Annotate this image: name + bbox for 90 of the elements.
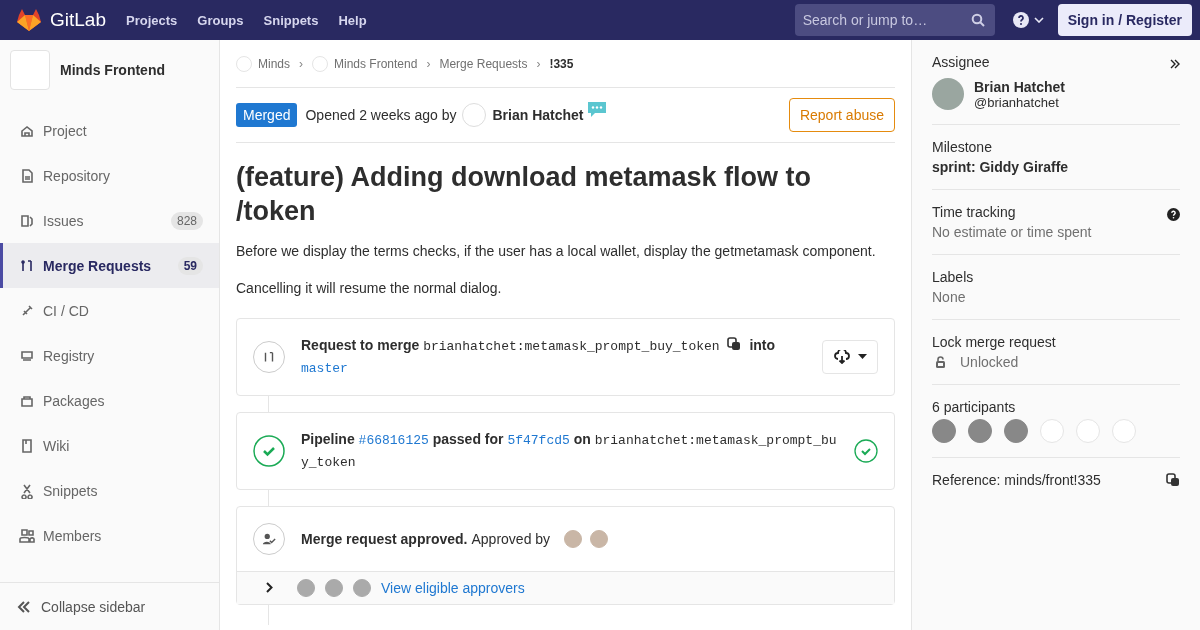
breadcrumb-link[interactable]: !335 <box>549 56 574 71</box>
sidebar-item[interactable]: Merge Requests 59 <box>0 243 219 288</box>
merge-info-text: Request to merge brianhatchet:metamask_prompt_buy_token into master <box>301 335 777 378</box>
approved-by-label: Approved by <box>471 530 551 547</box>
sidebar-item[interactable]: Registry <box>0 333 219 378</box>
search-field[interactable]: Search or jump to… <box>794 4 995 36</box>
labels-label: Labels <box>932 269 975 285</box>
chat-bubble-icon <box>586 101 607 118</box>
nav-link[interactable]: Projects <box>126 12 178 28</box>
description-paragraph: Cancelling it will resume the normal dialog. <box>236 279 503 296</box>
assignee-avatar[interactable] <box>932 78 964 110</box>
sidebar-item[interactable]: Repository <box>0 153 219 198</box>
description-paragraph: Before we display the terms checks, if the user has a local wallet, display the getmetamask component. <box>236 242 877 259</box>
count-badge: 828 <box>170 211 203 230</box>
breadcrumb-separator: › <box>299 56 303 71</box>
help-dropdown[interactable] <box>1012 12 1044 28</box>
sidebar-item[interactable]: Project <box>0 108 219 153</box>
sidebar-item[interactable]: Issues 828 <box>0 198 219 243</box>
target-branch-link[interactable]: master <box>301 360 348 376</box>
milestone-value[interactable]: sprint: Giddy Giraffe <box>932 159 1180 175</box>
pipeline-text: Pipeline #66816125 passed for 5f47fcd5 on brianhatchet:metamask_prompt_buy_token <box>301 429 838 472</box>
participant-avatar[interactable] <box>932 419 956 443</box>
milestone-label: Milestone <box>932 139 993 155</box>
time-tracking-value: No estimate or time spent <box>932 224 1093 240</box>
sign-in-button[interactable]: Sign in / Register <box>1057 4 1192 36</box>
caret-down-icon <box>857 354 867 359</box>
assignee-username: @brianhatchet <box>974 94 1060 110</box>
passed-status-icon[interactable] <box>854 438 878 463</box>
sidebar-item[interactable]: Members <box>0 513 219 558</box>
passed-status-icon[interactable] <box>253 434 285 467</box>
sidebar-item-icon <box>19 257 35 274</box>
assignee-label: Assignee <box>932 54 990 70</box>
eligible-approver-avatar[interactable] <box>297 578 315 597</box>
count-badge: 59 <box>177 256 203 275</box>
eligible-approver-avatar[interactable] <box>353 578 371 597</box>
sidebar-item[interactable]: CI / CD <box>0 288 219 333</box>
time-tracking-label: Time tracking <box>932 204 1016 220</box>
sidebar-item[interactable]: Wiki <box>0 423 219 468</box>
approver-avatar[interactable] <box>590 529 609 548</box>
sidebar-item-icon <box>19 212 35 229</box>
report-abuse-button[interactable]: Report abuse <box>788 98 895 132</box>
sidebar-item-icon <box>19 482 35 499</box>
opened-text: Opened 2 weeks ago by <box>305 107 457 123</box>
project-avatar <box>10 50 50 90</box>
participants-label: 6 participants <box>932 399 1017 415</box>
breadcrumb-separator: › <box>536 56 541 71</box>
commit-link[interactable]: 5f47fcd5 <box>507 432 570 448</box>
sidebar-item-icon <box>19 527 35 544</box>
sidebar-item-icon <box>19 437 35 454</box>
breadcrumb-link[interactable]: Minds <box>258 56 290 71</box>
double-chevron-right-icon[interactable] <box>1170 59 1180 69</box>
cloud-download-icon <box>833 349 850 364</box>
nav-link[interactable]: Groups <box>197 12 244 28</box>
breadcrumb-separator: › <box>426 56 431 71</box>
fox-logo-icon[interactable] <box>16 8 42 32</box>
sidebar-item[interactable]: Snippets <box>0 468 219 513</box>
chevron-right-icon[interactable] <box>266 582 273 593</box>
brand-name[interactable]: GitLab <box>50 9 106 31</box>
pipeline-link[interactable]: #66816125 <box>358 432 429 448</box>
assignee-name[interactable]: Brian Hatchet <box>974 78 1066 95</box>
download-dropdown-button[interactable] <box>822 339 878 374</box>
search-icon <box>970 13 985 27</box>
double-chevron-left-icon <box>17 600 31 613</box>
chevron-down-icon <box>1033 17 1044 23</box>
merge-request-title: (feature) Adding download metamask flow to /token <box>236 161 813 228</box>
participant-avatar[interactable] <box>968 419 992 443</box>
lock-status: Unlocked <box>960 354 1019 370</box>
breadcrumb-link[interactable]: Minds Frontend <box>334 56 418 71</box>
collapse-sidebar-button[interactable]: Collapse sidebar <box>0 582 219 630</box>
sidebar-item[interactable]: Packages <box>0 378 219 423</box>
nav-link[interactable]: Snippets <box>263 12 319 28</box>
approver-avatar[interactable] <box>564 529 583 548</box>
breadcrumb-link[interactable]: Merge Requests <box>439 56 528 71</box>
question-icon <box>1012 12 1029 28</box>
labels-value: None <box>932 289 967 305</box>
question-icon[interactable] <box>1167 207 1180 221</box>
reference-text: Reference: minds/front!335 <box>932 472 1101 488</box>
sidebar-item-icon <box>19 167 35 184</box>
unlocked-padlock-icon <box>935 356 946 368</box>
status-badge: Merged <box>236 103 298 127</box>
approval-status: Merge request approved. <box>301 530 468 547</box>
nav-link[interactable]: Help <box>338 12 367 28</box>
copy-icon[interactable] <box>1166 473 1180 487</box>
copy-icon[interactable] <box>727 336 742 351</box>
project-name[interactable]: Minds Frontend <box>60 62 165 78</box>
eligible-approver-avatar[interactable] <box>325 578 343 597</box>
author-link[interactable]: Brian Hatchet <box>492 107 584 123</box>
lock-label: Lock merge request <box>932 334 1057 350</box>
view-eligible-approvers-link[interactable]: View eligible approvers <box>381 579 525 596</box>
participant-avatar[interactable] <box>1004 419 1028 443</box>
